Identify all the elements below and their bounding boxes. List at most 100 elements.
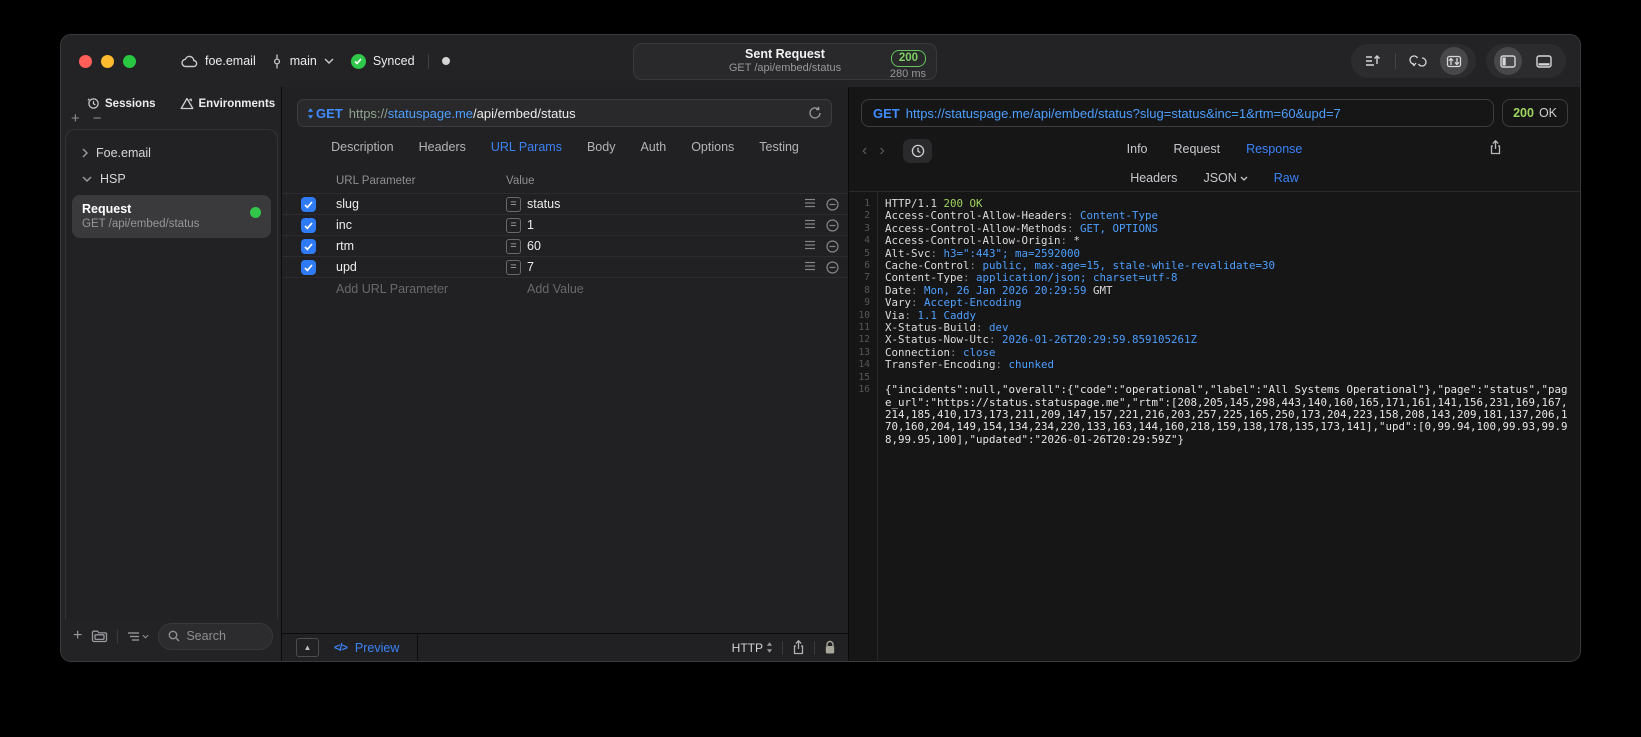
tree-group-foe-email[interactable]: Foe.email — [66, 140, 277, 166]
param-name-field[interactable]: slug — [336, 197, 359, 211]
param-value-field[interactable]: 7 — [527, 260, 534, 274]
param-value-field[interactable]: 60 — [527, 239, 541, 253]
add-param-name-placeholder[interactable]: Add URL Parameter — [336, 282, 448, 296]
tab-headers[interactable]: Headers — [419, 140, 466, 154]
tab-options[interactable]: Options — [691, 140, 734, 154]
line-number: 11 — [858, 322, 870, 334]
request-url-bar[interactable]: GET https://statuspage.me/api/embed/stat… — [297, 99, 832, 127]
lock-icon[interactable] — [824, 640, 836, 655]
code-line: 14 Transfer-Encoding: chunked — [849, 359, 1580, 371]
column-header-value: Value — [506, 175, 535, 187]
param-row: rtm = 60 — [282, 235, 848, 256]
chevron-down-icon[interactable] — [82, 176, 92, 182]
response-url-field[interactable]: GET https://statuspage.me/api/embed/stat… — [861, 99, 1495, 127]
request-editor-panel: GET https://statuspage.me/api/embed/stat… — [282, 87, 849, 661]
toggle-bottom-panel-icon[interactable] — [1530, 47, 1558, 75]
tab-testing[interactable]: Testing — [759, 140, 799, 154]
tab-environments[interactable]: Environments — [180, 97, 275, 110]
unsaved-indicator-dot — [441, 57, 450, 65]
tree-group-hsp[interactable]: HSP — [66, 166, 277, 192]
chevron-right-icon[interactable] — [82, 148, 88, 158]
search-input[interactable] — [186, 629, 263, 643]
branch-name[interactable]: main — [290, 54, 317, 68]
tab-url-params[interactable]: URL Params — [491, 140, 562, 154]
send-receive-panel-icon[interactable] — [1440, 47, 1468, 75]
minimize-window-button[interactable] — [101, 54, 114, 68]
share-icon[interactable] — [792, 640, 805, 655]
remove-param-icon[interactable] — [826, 219, 839, 232]
collapse-panel-icon[interactable]: ▲ — [296, 638, 319, 657]
traffic-lights — [79, 54, 136, 68]
param-checkbox[interactable] — [301, 260, 316, 275]
request-item-title: Request — [82, 202, 132, 216]
equals-icon: = — [506, 197, 521, 212]
close-window-button[interactable] — [79, 54, 92, 68]
add-request-button[interactable]: + — [73, 627, 82, 645]
remove-param-icon[interactable] — [826, 261, 839, 274]
remove-param-icon[interactable] — [826, 240, 839, 253]
zoom-window-button[interactable] — [123, 54, 136, 68]
response-status-code: 200 — [1513, 106, 1534, 120]
sort-export-icon[interactable] — [1359, 47, 1387, 75]
branch-icon — [271, 54, 283, 69]
drag-handle-icon[interactable] — [804, 240, 816, 250]
param-name-field[interactable]: upd — [336, 260, 357, 274]
sort-list-icon[interactable] — [127, 631, 149, 642]
line-number: 6 — [864, 260, 870, 272]
sent-request-pill[interactable]: Sent Request GET /api/embed/status 200 2… — [633, 43, 937, 80]
subtab-raw[interactable]: Raw — [1274, 171, 1299, 185]
drag-handle-icon[interactable] — [804, 198, 816, 208]
tab-info[interactable]: Info — [1127, 142, 1148, 156]
line-number: 10 — [858, 309, 870, 321]
param-checkbox[interactable] — [301, 239, 316, 254]
tree-group-label: HSP — [100, 172, 126, 186]
tab-auth[interactable]: Auth — [640, 140, 666, 154]
subtab-headers[interactable]: Headers — [1130, 171, 1177, 185]
preview-button[interactable]: Preview — [355, 641, 399, 655]
tab-response[interactable]: Response — [1246, 142, 1302, 156]
request-item-selected[interactable]: Request GET /api/embed/status — [72, 195, 271, 238]
response-code: 1 HTTP/1.1 200 OK 2 Access-Control-Allow-He… — [849, 192, 1580, 661]
column-header-name: URL Parameter — [336, 175, 416, 187]
param-checkbox[interactable] — [301, 197, 316, 212]
protocol-select[interactable]: HTTP — [732, 641, 773, 655]
remove-param-icon[interactable] — [826, 198, 839, 211]
response-status-text: OK — [1538, 106, 1557, 120]
param-row: upd = 7 — [282, 256, 848, 277]
project-name[interactable]: foe.email — [205, 54, 256, 68]
add-param-value-placeholder[interactable]: Add Value — [527, 282, 584, 296]
reload-icon[interactable] — [808, 106, 822, 120]
tab-description[interactable]: Description — [331, 140, 394, 154]
sync-status[interactable]: Synced — [373, 54, 415, 68]
request-url[interactable]: https://statuspage.me/api/embed/status — [349, 106, 576, 121]
cloud-icon — [181, 55, 198, 68]
app-window: foe.email main Synced Sent Request GET /… — [60, 34, 1581, 662]
subtab-json[interactable]: JSON — [1203, 171, 1248, 185]
param-value-field[interactable]: 1 — [527, 218, 534, 232]
add-param-row[interactable]: Add URL Parameter Add Value — [282, 277, 848, 299]
toggle-left-sidebar-icon[interactable] — [1494, 47, 1522, 75]
sidebar-search[interactable] — [158, 622, 273, 650]
method-label: GET — [316, 105, 343, 121]
drag-handle-icon[interactable] — [804, 261, 816, 271]
tab-request[interactable]: Request — [1174, 142, 1221, 156]
drag-handle-icon[interactable] — [804, 219, 816, 229]
add-session-button[interactable]: + — [71, 111, 80, 128]
sync-loop-icon[interactable] — [1404, 47, 1432, 75]
remove-session-button[interactable]: − — [93, 111, 102, 128]
param-value-field[interactable]: status — [527, 197, 560, 211]
tab-sessions[interactable]: Sessions — [87, 97, 156, 110]
tree-group-label: Foe.email — [96, 146, 151, 160]
sent-request-subtitle: GET /api/embed/status — [728, 62, 842, 75]
line-number: 16 — [858, 384, 870, 396]
param-checkbox[interactable] — [301, 218, 316, 233]
param-name-field[interactable]: inc — [336, 218, 352, 232]
line-number: 8 — [864, 284, 870, 296]
branch-chevron-down-icon[interactable] — [324, 58, 334, 64]
param-name-field[interactable]: rtm — [336, 239, 354, 253]
request-editor-tabs: Description Headers URL Params Body Auth… — [282, 127, 848, 163]
method-dropdown[interactable]: GET — [307, 106, 343, 121]
tab-body[interactable]: Body — [587, 140, 616, 154]
new-folder-icon[interactable] — [91, 629, 108, 643]
export-response-icon[interactable] — [1489, 140, 1502, 155]
